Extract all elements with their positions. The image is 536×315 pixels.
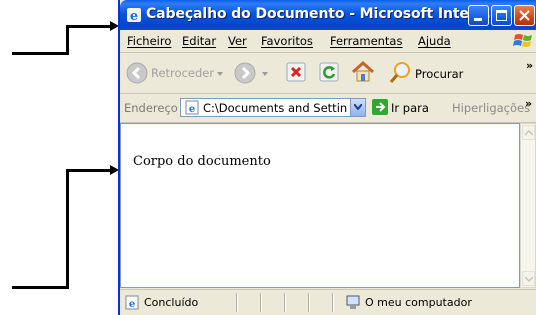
address-label: Endereço — [124, 101, 178, 115]
links-label[interactable]: Hiperligações — [452, 101, 530, 115]
status-divider — [308, 293, 310, 312]
forward-button[interactable] — [232, 59, 276, 87]
address-bar: Endereço e C:\Documents and Settin Ir pa… — [120, 94, 536, 123]
svg-text:e: e — [130, 9, 138, 23]
address-input[interactable]: e C:\Documents and Settin — [180, 98, 366, 117]
stop-button[interactable] — [285, 61, 309, 85]
chevron-up-icon — [525, 130, 533, 136]
svg-text:e: e — [129, 299, 135, 310]
svg-text:e: e — [189, 104, 195, 115]
status-bar: e Concluído O meu computador — [120, 289, 536, 315]
browser-window: e Cabeçalho do Documento - Microsoft Int… — [118, 0, 536, 315]
search-icon — [389, 62, 410, 83]
title-bar[interactable]: e Cabeçalho do Documento - Microsoft Int… — [120, 0, 536, 30]
maximize-icon — [496, 10, 507, 21]
vertical-scrollbar[interactable] — [520, 123, 536, 288]
minimize-button[interactable] — [468, 5, 489, 26]
back-arrow-icon — [126, 62, 148, 84]
menu-favoritos[interactable]: Favoritos — [261, 34, 313, 48]
close-button[interactable] — [514, 5, 535, 26]
menu-bar: Ficheiro Editar Ver Favoritos Ferramenta… — [120, 30, 536, 53]
menu-ficheiro[interactable]: Ficheiro — [127, 34, 171, 48]
scroll-up-button[interactable] — [522, 125, 535, 140]
document-area[interactable]: Corpo do documento — [120, 123, 520, 288]
page-done-icon: e — [125, 295, 139, 310]
document-body-text: Corpo do documento — [133, 154, 271, 169]
menu-ver[interactable]: Ver — [228, 34, 247, 48]
address-dropdown-button[interactable] — [350, 99, 365, 116]
back-button[interactable]: Retroceder — [124, 59, 224, 87]
refresh-button[interactable] — [318, 61, 342, 85]
status-divider — [236, 293, 238, 312]
address-value: C:\Documents and Settin — [203, 101, 348, 115]
home-icon — [351, 60, 375, 82]
close-icon — [519, 10, 530, 21]
maximize-button[interactable] — [491, 5, 512, 26]
back-label: Retroceder — [151, 66, 215, 80]
minimize-icon — [474, 18, 482, 21]
scroll-down-button[interactable] — [522, 271, 535, 286]
chevron-down-icon — [354, 104, 362, 110]
status-text: Concluído — [144, 296, 199, 309]
forward-arrow-icon — [234, 62, 256, 84]
internet-explorer-icon: e — [127, 8, 141, 23]
menu-ajuda[interactable]: Ajuda — [418, 34, 451, 48]
home-button[interactable] — [350, 59, 376, 85]
status-divider — [260, 293, 262, 312]
menu-ferramentas[interactable]: Ferramentas — [330, 34, 402, 48]
window-title: Cabeçalho do Documento - Microsoft Inter… — [146, 6, 502, 22]
computer-zone-icon — [346, 295, 360, 309]
go-label: Ir para — [391, 101, 429, 115]
go-button[interactable]: Ir para — [372, 98, 434, 118]
toolbar-more-chevron-icon[interactable]: » — [526, 59, 533, 72]
zone-text: O meu computador — [365, 296, 472, 309]
search-button[interactable]: Procurar — [386, 59, 486, 87]
links-more-chevron-icon[interactable]: » — [525, 97, 532, 110]
chevron-down-icon — [525, 276, 533, 282]
standard-toolbar: Retroceder Procurar » — [120, 53, 536, 94]
forward-dropdown-icon — [262, 72, 268, 76]
windows-logo-icon — [513, 34, 532, 47]
stop-icon — [286, 62, 306, 82]
menu-editar[interactable]: Editar — [182, 34, 216, 48]
status-divider — [332, 293, 334, 312]
go-arrow-icon — [372, 99, 388, 115]
refresh-icon — [319, 62, 339, 82]
page-icon: e — [185, 100, 199, 115]
back-dropdown-icon — [217, 72, 223, 76]
search-label: Procurar — [415, 67, 464, 81]
status-divider — [284, 293, 286, 312]
